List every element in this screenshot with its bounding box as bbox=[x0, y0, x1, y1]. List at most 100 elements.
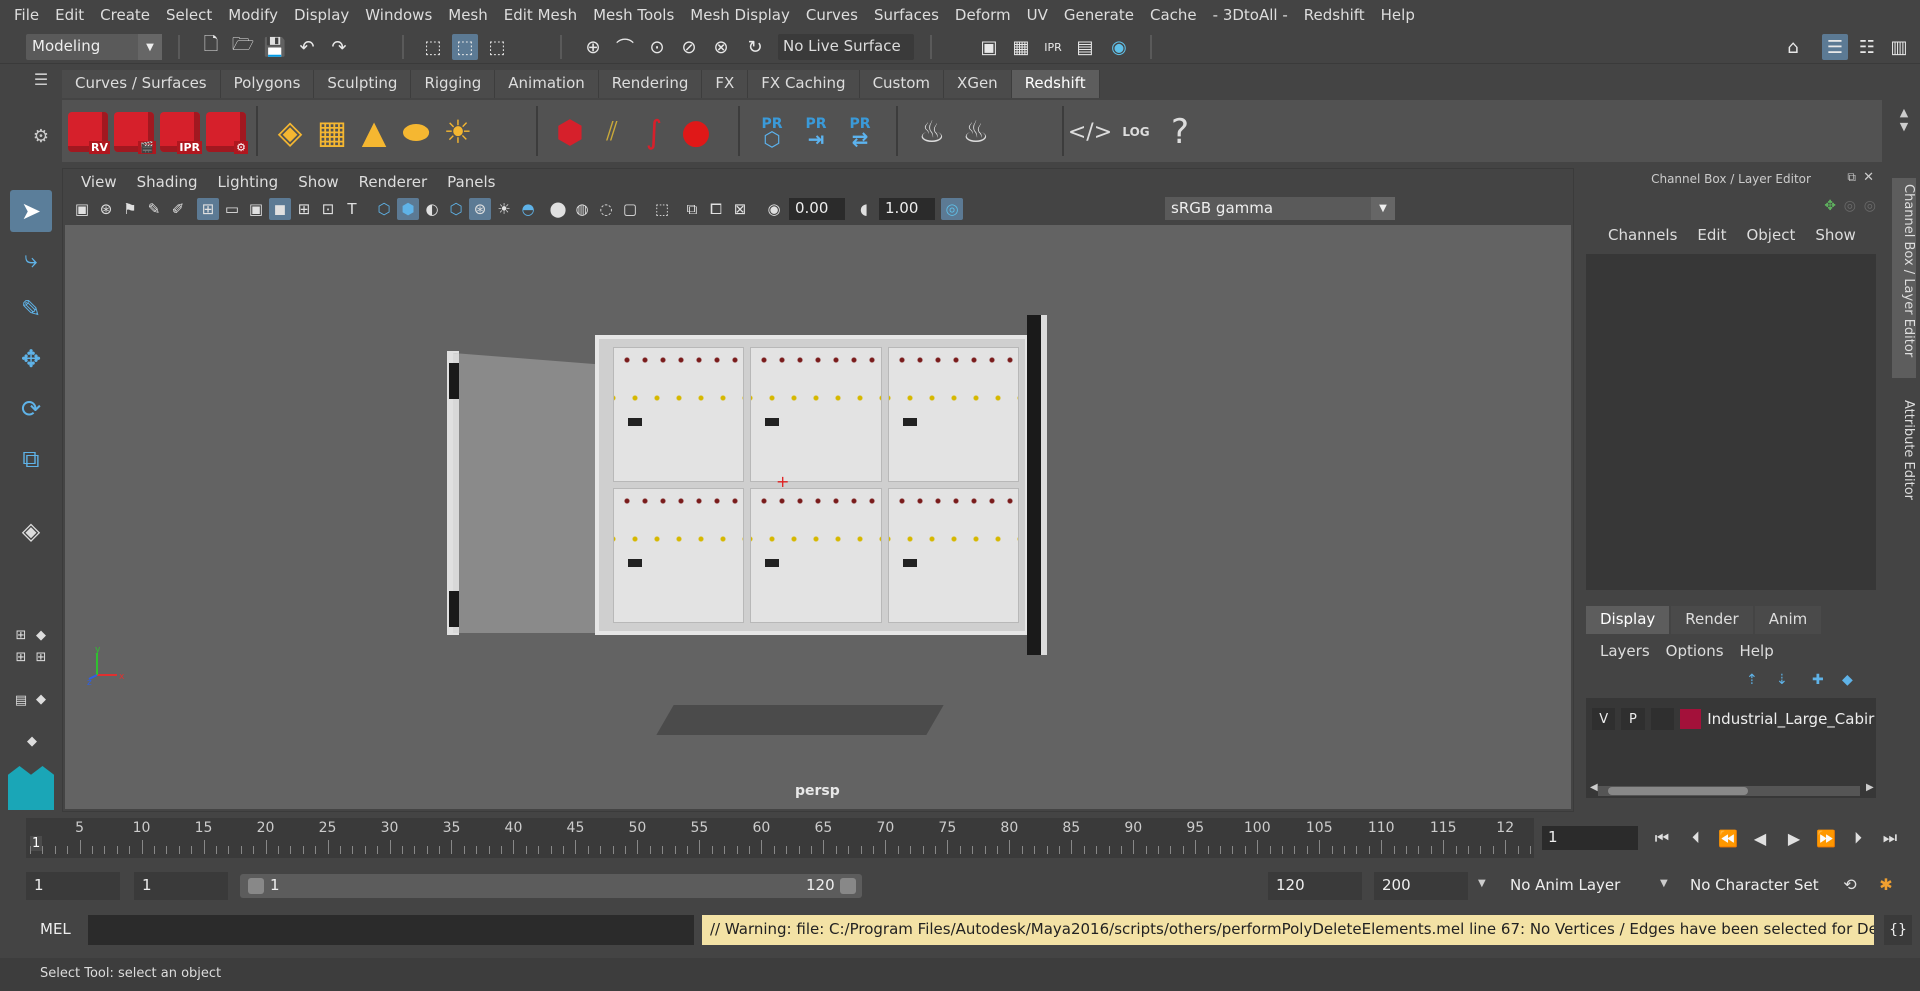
show-menu[interactable]: Show bbox=[1805, 226, 1865, 244]
close-icon[interactable]: ✕ bbox=[1863, 170, 1874, 185]
redshift-volume-icon[interactable]: ⬢ bbox=[548, 110, 592, 154]
character-set-dropdown[interactable]: No Character Set bbox=[1682, 872, 1828, 900]
xray-joints-icon[interactable]: ⊠ bbox=[729, 198, 751, 220]
go-to-start-icon[interactable]: ⏮ bbox=[1648, 826, 1676, 850]
bookmark-icon[interactable]: ⚑ bbox=[119, 198, 141, 220]
shelf-tab-polygons[interactable]: Polygons bbox=[220, 70, 315, 98]
redshift-dome-light-icon[interactable]: ⬬ bbox=[394, 110, 438, 154]
scroll-left-icon[interactable]: ◀ bbox=[1590, 782, 1598, 793]
image-plane-icon[interactable]: ✎ bbox=[143, 198, 165, 220]
film-gate-icon[interactable]: ▭ bbox=[221, 198, 243, 220]
animation-start-field[interactable]: 1 bbox=[26, 872, 120, 900]
layer-playback-toggle[interactable]: P bbox=[1621, 708, 1645, 730]
redshift-proxy-export-icon[interactable]: PR ⇥ bbox=[794, 110, 838, 154]
exposure-icon[interactable]: ◉ bbox=[763, 198, 785, 220]
xray-icon[interactable]: ⧉ bbox=[681, 198, 703, 220]
move-layer-up-icon[interactable]: ⇡ bbox=[1746, 672, 1758, 688]
layout-options-icon[interactable]: ◆ bbox=[32, 690, 50, 708]
redshift-physical-light-icon[interactable]: ▦ bbox=[310, 110, 354, 154]
playback-range-bar[interactable]: 1 120 bbox=[240, 874, 862, 898]
redshift-proxy-icon[interactable]: PR ⬡ bbox=[750, 110, 794, 154]
redshift-bake-options-icon[interactable]: ♨ bbox=[954, 110, 998, 154]
panel-menu-view[interactable]: View bbox=[71, 173, 127, 191]
tab-channel-box-layer-editor[interactable]: Channel Box / Layer Editor bbox=[1892, 178, 1916, 378]
redshift-material-ball-icon[interactable]: ● bbox=[674, 110, 718, 154]
shelf-tab-rendering[interactable]: Rendering bbox=[598, 70, 703, 98]
step-forward-key-icon[interactable]: ⏵ bbox=[1844, 826, 1872, 850]
help-icon[interactable]: ? bbox=[1158, 110, 1202, 154]
safe-title-icon[interactable]: T bbox=[341, 198, 363, 220]
rotate-tool-icon[interactable]: ⟳ bbox=[10, 388, 52, 430]
new-layer-from-selection-icon[interactable]: ◆ bbox=[1842, 672, 1853, 688]
toggle-channel-box-icon[interactable]: ☰ bbox=[1822, 34, 1848, 60]
motion-blur-icon[interactable]: ◍ bbox=[571, 198, 593, 220]
snap-grid-icon[interactable]: ⊕ bbox=[580, 34, 606, 60]
redshift-spot-light-icon[interactable]: ▲ bbox=[352, 110, 396, 154]
step-forward-frame-icon[interactable]: ⏩ bbox=[1812, 826, 1840, 850]
menu-generate[interactable]: Generate bbox=[1056, 6, 1142, 24]
snap-curve-icon[interactable]: ⌒ bbox=[612, 34, 638, 60]
tab-anim[interactable]: Anim bbox=[1754, 606, 1822, 634]
resolution-gate-icon[interactable]: ▣ bbox=[245, 198, 267, 220]
live-surface-field[interactable]: No Live Surface bbox=[778, 34, 914, 60]
shelf-tab-sculpting[interactable]: Sculpting bbox=[314, 70, 412, 98]
select-hierarchy-icon[interactable]: ⬚ bbox=[420, 34, 446, 60]
menu-mesh[interactable]: Mesh bbox=[440, 6, 496, 24]
speed-icon[interactable]: ◎ bbox=[1844, 198, 1856, 214]
shelf-settings-gear-icon[interactable]: ⚙ bbox=[26, 126, 56, 156]
workspace-icon[interactable]: ⌂ bbox=[1780, 34, 1806, 60]
menu-windows[interactable]: Windows bbox=[357, 6, 440, 24]
menu-surfaces[interactable]: Surfaces bbox=[866, 6, 947, 24]
shelf-tab-fx[interactable]: FX bbox=[702, 70, 749, 98]
menu-mesh-display[interactable]: Mesh Display bbox=[682, 6, 798, 24]
range-end-handle[interactable] bbox=[840, 878, 856, 894]
command-input[interactable] bbox=[88, 915, 694, 945]
redshift-render-view-icon[interactable]: RV bbox=[66, 110, 110, 154]
time-slider-track[interactable]: 1 5 10 15 20 25 30 35 40 45 50 55 60 65 70 75 80 85 90 95 1… bbox=[26, 818, 1534, 858]
textured-icon[interactable]: ⊛ bbox=[469, 198, 491, 220]
layers-menu[interactable]: Layers bbox=[1592, 642, 1658, 660]
wireframe-icon[interactable]: ⬡ bbox=[373, 198, 395, 220]
render-settings-icon[interactable]: ▤ bbox=[1072, 34, 1098, 60]
current-frame-field[interactable]: 1 bbox=[1542, 826, 1638, 850]
camera-attributes-icon[interactable]: ⊛ bbox=[95, 198, 117, 220]
object-menu[interactable]: Object bbox=[1736, 226, 1805, 244]
menu-edit-mesh[interactable]: Edit Mesh bbox=[496, 6, 585, 24]
menu-file[interactable]: File bbox=[6, 6, 47, 24]
lasso-tool-icon[interactable]: ⤷ bbox=[10, 238, 52, 280]
depth-of-field-icon[interactable]: ▢ bbox=[619, 198, 641, 220]
menu-uv[interactable]: UV bbox=[1019, 6, 1056, 24]
toggle-attribute-editor-icon[interactable]: ▥ bbox=[1886, 34, 1912, 60]
isolate-select-icon[interactable]: ⬚ bbox=[651, 198, 673, 220]
open-scene-icon[interactable]: 🗁 bbox=[230, 34, 256, 60]
field-chart-icon[interactable]: ⊞ bbox=[293, 198, 315, 220]
ipr-render-icon[interactable]: IPR bbox=[1040, 34, 1066, 60]
hypershade-icon[interactable]: ◉ bbox=[1106, 34, 1132, 60]
use-all-lights-icon[interactable]: ☀ bbox=[493, 198, 515, 220]
scroll-right-icon[interactable]: ▶ bbox=[1866, 782, 1874, 793]
channels-menu[interactable]: Channels bbox=[1598, 226, 1687, 244]
shadows-icon[interactable]: ◓ bbox=[517, 198, 539, 220]
outliner-layout-icon[interactable]: ▤ bbox=[12, 682, 30, 718]
shelf-tab-rigging[interactable]: Rigging bbox=[411, 70, 496, 98]
use-default-material-icon[interactable]: ◐ bbox=[421, 198, 443, 220]
anti-aliasing-icon[interactable]: ◌ bbox=[595, 198, 617, 220]
step-back-key-icon[interactable]: ⏴ bbox=[1682, 826, 1710, 850]
two-view-layout-icon[interactable]: ⊞ bbox=[12, 648, 30, 666]
render-current-icon[interactable]: ▦ bbox=[1008, 34, 1034, 60]
shelf-menu-icon[interactable]: ☰ bbox=[26, 70, 56, 98]
layer-visibility-toggle[interactable]: V bbox=[1592, 708, 1616, 730]
layer-display-type-toggle[interactable] bbox=[1650, 708, 1674, 730]
redshift-render-settings-icon[interactable]: ⚙ bbox=[204, 110, 248, 154]
menu-cache[interactable]: Cache bbox=[1142, 6, 1205, 24]
current-time-marker[interactable]: 1 bbox=[30, 836, 43, 851]
shelf-tab-redshift[interactable]: Redshift bbox=[1011, 70, 1100, 98]
camera-icon[interactable]: ▣ bbox=[71, 198, 93, 220]
single-perspective-layout-icon[interactable]: ◈ bbox=[10, 510, 52, 552]
redshift-mesh-light-icon[interactable]: ∫ bbox=[632, 110, 676, 154]
animation-end-field[interactable]: 200 bbox=[1374, 872, 1468, 900]
menu-redshift[interactable]: Redshift bbox=[1296, 6, 1373, 24]
new-scene-icon[interactable]: 🗋 bbox=[198, 34, 224, 60]
undo-icon[interactable]: ↶ bbox=[294, 34, 320, 60]
help-menu[interactable]: Help bbox=[1732, 642, 1782, 660]
